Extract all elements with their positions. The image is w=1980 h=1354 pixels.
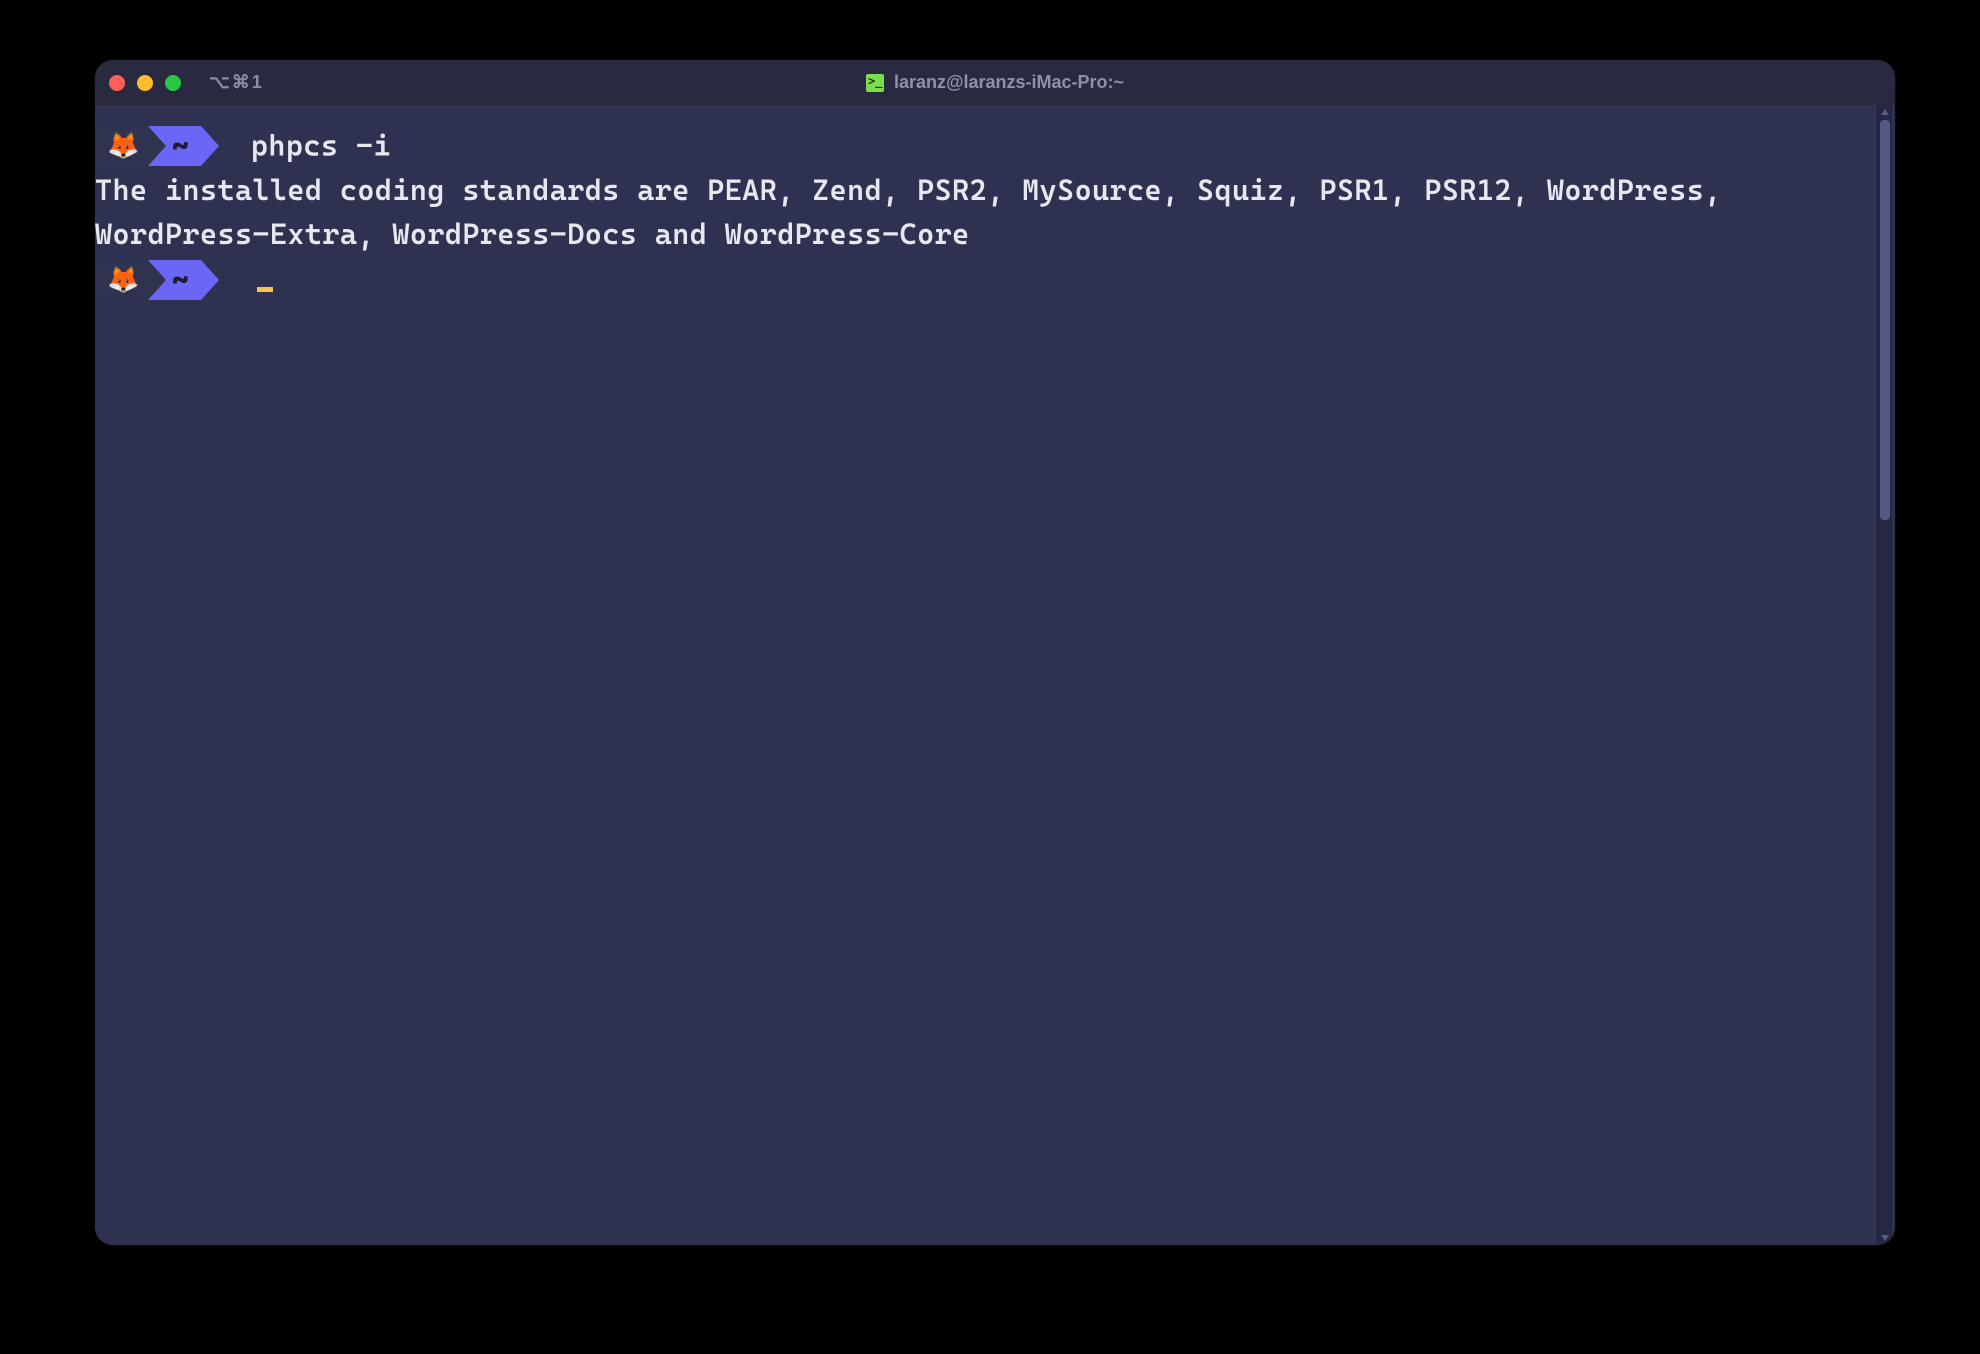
shell-prompt: 🦊 ~ <box>97 260 219 300</box>
prompt-user-icon: 🦊 <box>107 133 140 159</box>
chevron-right-icon <box>201 126 219 166</box>
prompt-cwd: ~ <box>172 258 190 302</box>
terminal-viewport[interactable]: 🦊 ~ phpcs -i The installed coding standa… <box>95 105 1895 1245</box>
scrollbar-thumb[interactable] <box>1880 120 1890 520</box>
minimize-icon[interactable] <box>137 75 153 91</box>
prompt-user-icon: 🦊 <box>107 267 140 293</box>
terminal-app-icon <box>866 74 884 92</box>
chevron-right-icon <box>148 260 166 300</box>
command-output: The installed coding standards are PEAR,… <box>95 168 1895 256</box>
chevron-right-icon <box>201 260 219 300</box>
command-line: 🦊 ~ <box>95 256 1895 301</box>
prompt-cwd: ~ <box>172 124 190 168</box>
scrollbar[interactable] <box>1877 105 1892 1245</box>
close-icon[interactable] <box>109 75 125 91</box>
zoom-icon[interactable] <box>165 75 181 91</box>
terminal-window: ⌥⌘1 laranz@laranzs-iMac-Pro:~ 🦊 ~ <box>95 60 1895 1245</box>
shell-prompt: 🦊 ~ <box>97 126 219 166</box>
command-line: 🦊 ~ phpcs -i <box>95 121 1895 168</box>
chevron-right-icon <box>148 126 166 166</box>
text-cursor <box>257 287 273 292</box>
tab-shortcut-label: ⌥⌘1 <box>209 72 264 93</box>
window-controls <box>109 75 181 91</box>
window-title: laranz@laranzs-iMac-Pro:~ <box>894 72 1124 93</box>
titlebar: ⌥⌘1 laranz@laranzs-iMac-Pro:~ <box>95 60 1895 105</box>
entered-command: phpcs -i <box>251 129 391 163</box>
